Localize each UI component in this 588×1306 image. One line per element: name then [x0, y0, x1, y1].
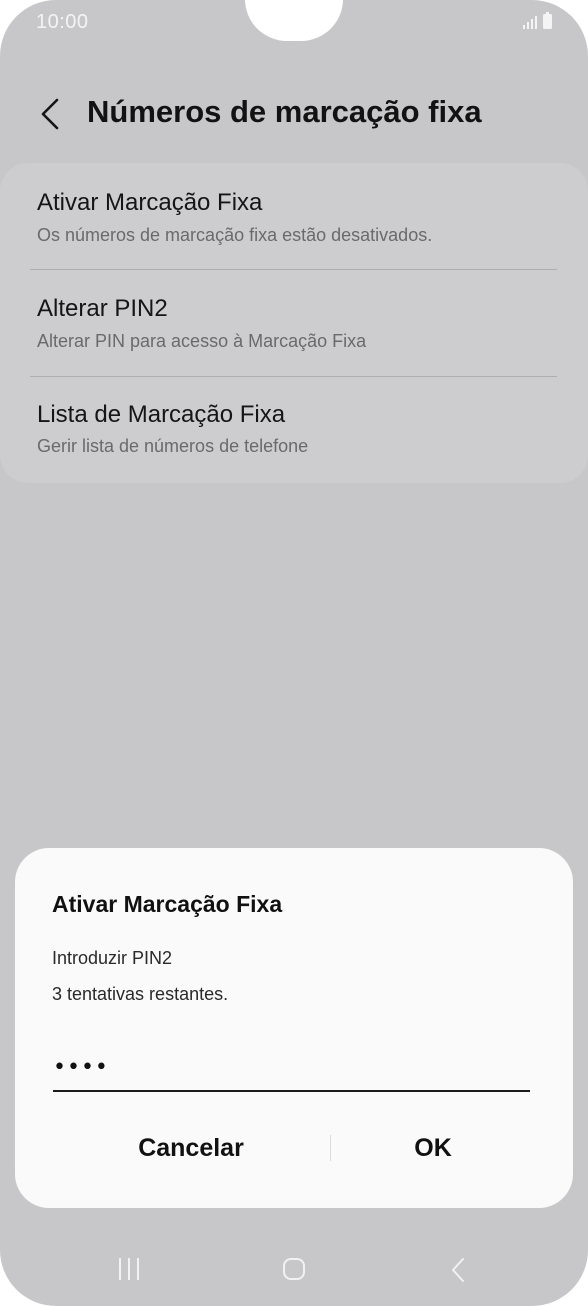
- dialog-message: Introduzir PIN2: [52, 948, 173, 968]
- home-icon[interactable]: [283, 1258, 305, 1280]
- ok-button[interactable]: OK: [373, 1128, 493, 1168]
- setting-title: Ativar Marcação Fixa: [37, 189, 263, 216]
- phone-screen: 10:00 Números de marcação fixa Ativar Ma…: [0, 0, 588, 1306]
- setting-item-change-pin2[interactable]: Alterar PIN2 Alterar PIN para acesso à M…: [0, 270, 588, 376]
- settings-card: Ativar Marcação Fixa Os números de marca…: [0, 163, 588, 483]
- setting-subtitle: Alterar PIN para acesso à Marcação Fixa: [37, 331, 367, 351]
- cancel-button[interactable]: Cancelar: [111, 1128, 271, 1168]
- setting-item-fdn-list[interactable]: Lista de Marcação Fixa Gerir lista de nú…: [0, 377, 588, 483]
- setting-title: Lista de Marcação Fixa: [37, 401, 286, 428]
- chevron-left-icon: [41, 98, 59, 130]
- signal-icon: [523, 13, 537, 29]
- setting-item-enable-fdn[interactable]: Ativar Marcação Fixa Os números de marca…: [0, 163, 588, 269]
- nav-back-icon[interactable]: [450, 1257, 466, 1283]
- page-title: Números de marcação fixa: [87, 94, 482, 129]
- app-header: Números de marcação fixa: [0, 80, 588, 150]
- back-button[interactable]: [28, 92, 72, 136]
- setting-title: Alterar PIN2: [37, 295, 168, 322]
- status-icons: [523, 12, 552, 29]
- dialog-title: Ativar Marcação Fixa: [52, 891, 283, 917]
- status-bar: 10:00: [0, 0, 588, 44]
- pin2-dialog: Ativar Marcação Fixa Introduzir PIN2 3 t…: [15, 848, 573, 1208]
- battery-icon: [543, 12, 552, 29]
- setting-subtitle: Os números de marcação fixa estão desati…: [37, 225, 433, 245]
- button-divider: [330, 1135, 331, 1161]
- recents-icon[interactable]: [119, 1258, 139, 1280]
- setting-subtitle: Gerir lista de números de telefone: [37, 436, 309, 456]
- navigation-bar: [0, 1240, 588, 1300]
- status-time: 10:00: [36, 11, 89, 33]
- pin2-input[interactable]: [53, 1044, 530, 1092]
- dialog-attempts-remaining: 3 tentativas restantes.: [52, 984, 229, 1004]
